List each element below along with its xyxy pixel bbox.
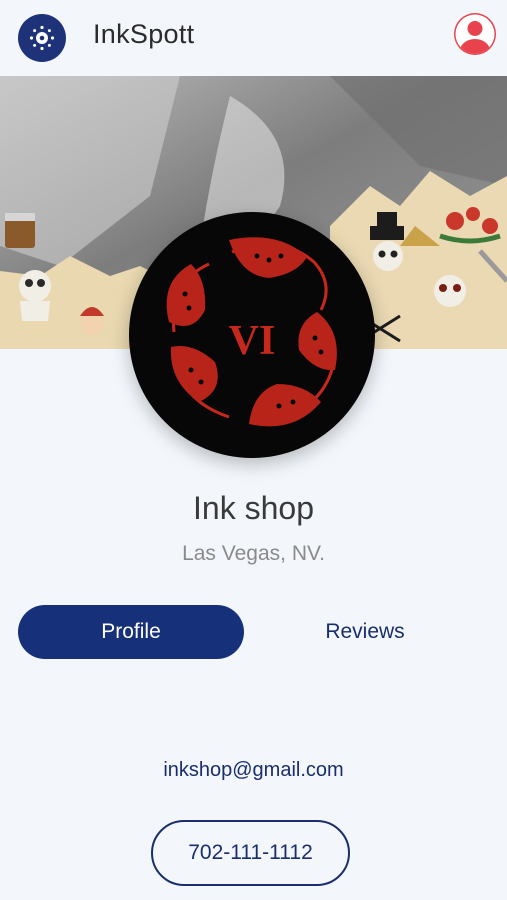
top-app-bar: InkSpott bbox=[0, 0, 507, 76]
shop-avatar: VI bbox=[129, 212, 375, 458]
app-title: InkSpott bbox=[93, 19, 195, 49]
app-logo-icon[interactable] bbox=[18, 14, 66, 62]
shop-location: Las Vegas, NV. bbox=[182, 542, 325, 565]
user-circle-icon bbox=[454, 13, 496, 55]
shop-name: Ink shop bbox=[193, 490, 314, 526]
paw-badge-icon bbox=[29, 25, 55, 51]
phone-button[interactable]: 702-111-1112 bbox=[151, 820, 350, 886]
account-button[interactable] bbox=[452, 11, 498, 57]
tab-reviews[interactable]: Reviews bbox=[262, 605, 468, 659]
koi-logo-icon: VI bbox=[166, 237, 337, 427]
email-link[interactable]: inkshop@gmail.com bbox=[0, 759, 507, 782]
shop-logo-text: VI bbox=[229, 318, 276, 364]
tab-profile[interactable]: Profile bbox=[18, 605, 244, 659]
